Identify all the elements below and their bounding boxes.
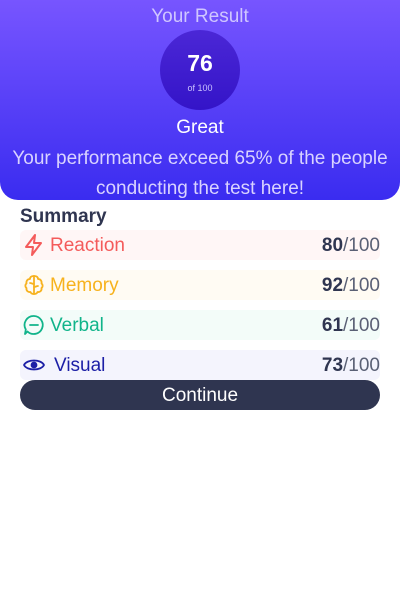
score-circle: 76 of 100 [160, 30, 240, 110]
summary-title: Summary [20, 206, 107, 227]
continue-button[interactable]: Continue [20, 380, 380, 410]
summary-row-reaction: Reaction 80/100 [20, 230, 380, 260]
brain-icon [22, 273, 46, 297]
summary-row-verbal: Verbal 61/100 [20, 310, 380, 340]
summary-row-visual: Visual 73/100 [20, 350, 380, 380]
result-rating: Great [176, 117, 224, 138]
summary-score-reaction: 80/100 [321, 235, 380, 256]
score-max-label: of 100 [187, 83, 213, 93]
summary-score-memory: 92/100 [321, 275, 380, 296]
summary-label-visual: Visual [54, 355, 106, 376]
summary-label-memory: Memory [50, 275, 119, 296]
eye-icon [22, 353, 46, 377]
summary-label-reaction: Reaction [50, 235, 125, 256]
summary-row-memory: Memory 92/100 [20, 270, 380, 300]
score-value: 76 [187, 50, 213, 76]
result-panel: Your Result 76 of 100 Great Your perform… [0, 0, 400, 200]
summary-score-visual: 73/100 [321, 355, 380, 376]
lightning-icon [22, 233, 46, 257]
result-heading: Your Result [151, 6, 249, 27]
result-description: Your performance exceed 65% of the peopl… [12, 148, 388, 199]
chat-icon [22, 313, 46, 337]
summary-label-verbal: Verbal [50, 315, 104, 336]
summary-score-verbal: 61/100 [321, 315, 380, 336]
